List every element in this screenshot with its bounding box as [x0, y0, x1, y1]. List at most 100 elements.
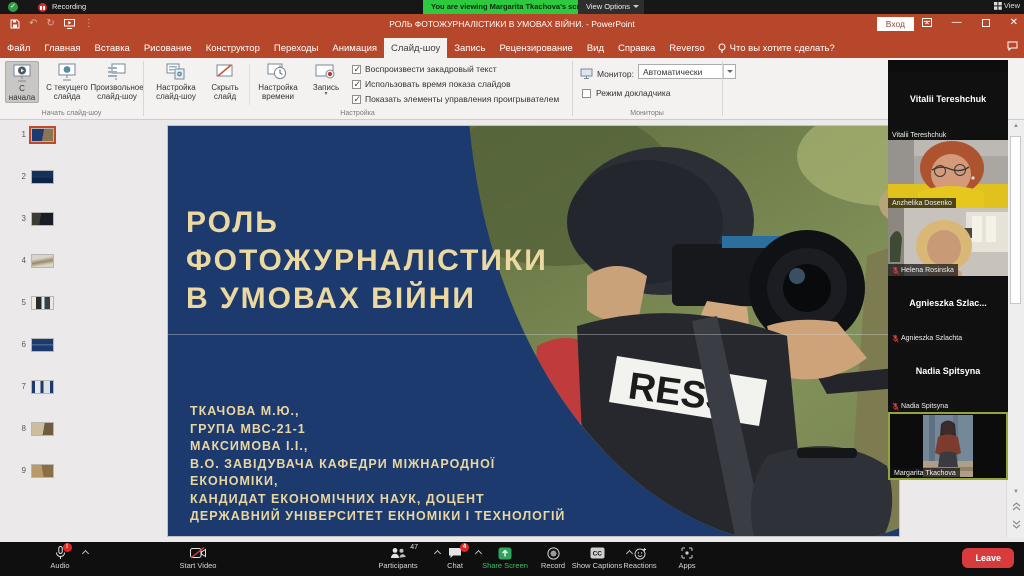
participant-name-label: Anzhelika Dosenko — [888, 198, 956, 208]
tab-transitions[interactable]: Переходы — [267, 38, 326, 58]
ribbon-tab-bar: Файл Главная Вставка Рисование Конструкт… — [0, 38, 1024, 58]
checkbox-play-narrations[interactable]: Воспроизвести закадровый текст — [352, 64, 497, 74]
dropdown-arrow-icon[interactable] — [723, 65, 735, 78]
slide-scrollbar[interactable]: ▲ ▼ — [1006, 120, 1024, 537]
tell-me-search[interactable]: Что вы хотите сделать? — [712, 38, 841, 58]
tab-slideshow[interactable]: Слайд-шоу — [384, 38, 447, 58]
thumbnail-row-3[interactable]: 3 — [14, 212, 54, 226]
slide-thumbnail[interactable] — [31, 422, 54, 436]
tab-view[interactable]: Вид — [580, 38, 611, 58]
participant-tile-agnieszka[interactable]: Agnieszka Szlac... Agnieszka Szlachta — [888, 276, 1008, 344]
checkbox-unchecked-icon[interactable] — [582, 89, 591, 98]
recording-icon[interactable] — [38, 3, 47, 12]
monitor-icon — [580, 68, 593, 79]
participant-center-name: Vitalii Tereshchuk — [888, 72, 1008, 126]
slide-thumbnail[interactable] — [31, 464, 54, 478]
tab-home[interactable]: Главная — [37, 38, 87, 58]
slide-thumbnail[interactable] — [31, 128, 54, 142]
checkbox-checked-icon[interactable] — [352, 80, 361, 89]
leave-button[interactable]: Leave — [962, 548, 1014, 568]
next-slide-button[interactable] — [1007, 520, 1024, 531]
group-label-monitors: Мониторы — [572, 110, 722, 117]
tab-design[interactable]: Конструктор — [199, 38, 267, 58]
participants-icon — [390, 547, 406, 559]
thumbnail-row-7[interactable]: 7 — [14, 380, 54, 394]
thumbnail-row-9[interactable]: 9 — [14, 464, 54, 478]
thumbnail-row-8[interactable]: 8 — [14, 422, 54, 436]
apps-button[interactable]: Apps — [667, 545, 707, 570]
viewing-banner: You are viewing Margarita Tkachova's scr… — [423, 0, 600, 14]
thumbnail-row-4[interactable]: 4 — [14, 254, 54, 268]
tab-insert[interactable]: Вставка — [88, 38, 137, 58]
scroll-up-icon[interactable]: ▲ — [1007, 123, 1024, 129]
chat-button[interactable]: 4 Chat — [437, 545, 473, 570]
play-from-current-icon — [57, 63, 77, 81]
slide-title[interactable]: РОЛЬ ФОТОЖУРНАЛІСТИКИ В УМОВАХ ВІЙНИ — [186, 204, 548, 318]
from-beginning-button[interactable]: С начала — [5, 61, 39, 103]
custom-slideshow-button[interactable]: Произвольное слайд-шоу — [94, 61, 140, 101]
participant-tile-nadia[interactable]: Nadia Spitsyna Nadia Spitsyna — [888, 344, 1008, 412]
audio-alert-badge: ! — [63, 543, 72, 552]
tab-record[interactable]: Запись — [447, 38, 492, 58]
thumbnail-row-2[interactable]: 2 — [14, 170, 54, 184]
participants-video-panel: Vitalii Tereshchuk Vitalii Tereshchuk An… — [888, 60, 1008, 480]
participants-button[interactable]: 47 Participants — [370, 545, 426, 570]
hide-slide-button[interactable]: Скрыть слайд — [204, 61, 246, 101]
participant-tile-margarita[interactable]: Margarita Tkachova — [888, 412, 1008, 480]
from-current-slide-button[interactable]: С текущего слайда — [42, 61, 92, 101]
camera-icon — [190, 547, 206, 559]
checkbox-use-timings[interactable]: Использовать время показа слайдов — [352, 79, 511, 89]
scrollbar-thumb[interactable] — [1010, 136, 1021, 304]
reactions-button[interactable]: Reactions — [614, 545, 666, 570]
tab-review[interactable]: Рецензирование — [492, 38, 579, 58]
slide-canvas[interactable]: RESS РОЛЬ ФОТОЖУРНАЛІСТИКИ В УМОВАХ ВІЙН… — [167, 125, 900, 537]
checkbox-show-media-controls[interactable]: Показать элементы управления проигрывате… — [352, 94, 559, 104]
minimize-button[interactable]: — — [952, 17, 962, 28]
setup-slideshow-button[interactable]: Настройка слайд-шоу — [150, 61, 202, 101]
record-slideshow-button[interactable]: Запись ▾ — [306, 61, 346, 97]
slide-thumbnail[interactable] — [31, 338, 54, 352]
participant-center-name: Agnieszka Szlac... — [888, 276, 1008, 330]
slide-credits[interactable]: ТКАЧОВА М.Ю., ГРУПА МВС-21-1 МАКСИМОВА І… — [190, 403, 565, 526]
tab-animations[interactable]: Анимация — [325, 38, 384, 58]
slide-thumbnail[interactable] — [31, 380, 54, 394]
audio-options-caret[interactable] — [82, 549, 90, 557]
thumbnail-row-1[interactable]: 1 — [14, 128, 54, 142]
start-video-button[interactable]: Start Video — [168, 545, 228, 570]
share-screen-button[interactable]: Share Screen — [474, 545, 536, 570]
view-options-button[interactable]: View Options — [578, 0, 644, 14]
participant-name-label: Margarita Tkachova — [890, 468, 960, 478]
powerpoint-titlebar: ↶ ↻ ⋮ РОЛЬ ФОТОЖУРНАЛІСТИКИ В УМОВАХ ВІЙ… — [0, 14, 1024, 38]
rehearse-timings-button[interactable]: Настройка времени — [254, 61, 302, 101]
tab-reverso[interactable]: Reverso — [662, 38, 711, 58]
participant-tile-vitalii[interactable]: Vitalii Tereshchuk Vitalii Tereshchuk — [888, 72, 1008, 140]
participant-tile-anzhelika[interactable]: Anzhelika Dosenko — [888, 140, 1008, 208]
restore-button[interactable] — [982, 19, 990, 27]
checkbox-checked-icon[interactable] — [352, 65, 361, 74]
tab-help[interactable]: Справка — [611, 38, 662, 58]
previous-slide-button[interactable] — [1007, 502, 1024, 513]
checkbox-checked-icon[interactable] — [352, 95, 361, 104]
muted-mic-icon — [892, 402, 899, 411]
slide-thumbnail[interactable] — [31, 254, 54, 268]
close-button[interactable]: ✕ — [1010, 17, 1018, 28]
tab-file[interactable]: Файл — [0, 38, 37, 58]
slide-thumbnail[interactable] — [31, 296, 54, 310]
scroll-down-icon[interactable]: ▼ — [1007, 489, 1024, 495]
audio-button[interactable]: ! Audio — [38, 545, 82, 570]
thumbnail-row-6[interactable]: 6 — [14, 338, 54, 352]
slide-thumbnail[interactable] — [31, 212, 54, 226]
encryption-shield-icon: ✓ — [8, 2, 18, 12]
lightbulb-icon — [718, 43, 726, 54]
presenter-mode-checkbox[interactable]: Режим докладчика — [582, 88, 671, 98]
view-button[interactable]: View — [994, 1, 1020, 10]
hide-slide-icon — [215, 63, 235, 81]
thumbnail-row-5[interactable]: 5 — [14, 296, 54, 310]
signin-button[interactable]: Вход — [877, 17, 914, 31]
tab-draw[interactable]: Рисование — [137, 38, 199, 58]
ribbon-display-options-button[interactable] — [922, 18, 932, 27]
chat-badge: 4 — [460, 543, 469, 552]
comments-icon[interactable] — [1007, 41, 1018, 51]
participant-tile-helena[interactable]: Helena Rosinska — [888, 208, 1008, 276]
slide-thumbnail[interactable] — [31, 170, 54, 184]
